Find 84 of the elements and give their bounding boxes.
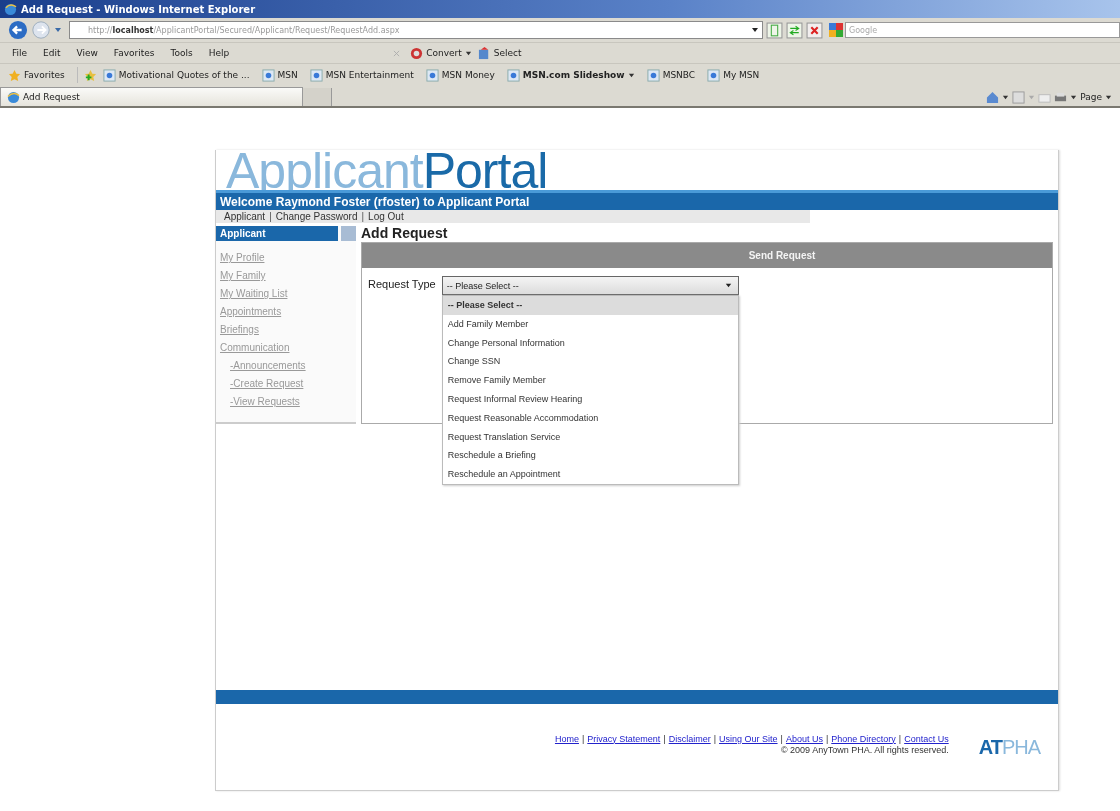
- favorite-link[interactable]: MSN Money: [425, 68, 501, 82]
- browser-tab[interactable]: Add Request: [0, 87, 303, 106]
- favorite-link[interactable]: My MSN: [707, 68, 766, 82]
- panel-title: Send Request: [748, 250, 816, 261]
- separator: |: [825, 733, 829, 744]
- menu-item[interactable]: Edit: [43, 48, 61, 58]
- dropdown-option[interactable]: -- Please Select --: [442, 296, 738, 315]
- menu-item[interactable]: Help: [208, 48, 230, 58]
- sidebar-header: Applicant: [216, 226, 338, 241]
- footer-link[interactable]: Home: [554, 733, 579, 744]
- dropdown-option[interactable]: Request Translation Service: [442, 427, 738, 447]
- request-type-select[interactable]: -- Please Select --: [441, 276, 739, 295]
- add-favorite-icon[interactable]: [83, 68, 97, 82]
- top-nav-link[interactable]: Change Password: [275, 211, 358, 222]
- web-page-icon: [707, 68, 721, 82]
- top-nav-link[interactable]: Log Out: [368, 211, 404, 222]
- field-label: Request Type: [368, 277, 436, 292]
- favorites-button[interactable]: Favorites: [8, 68, 71, 82]
- footer-link[interactable]: Using Our Site: [719, 733, 778, 744]
- new-tab-button[interactable]: [303, 88, 332, 106]
- stop-icon[interactable]: [806, 21, 823, 39]
- search-field[interactable]: Google: [845, 22, 1120, 38]
- footer-link[interactable]: About Us: [785, 733, 823, 744]
- dropdown-option[interactable]: Request Informal Review Hearing: [442, 390, 738, 409]
- dropdown-option[interactable]: Change SSN: [442, 352, 738, 372]
- caret-icon: [627, 71, 635, 79]
- select-icon: [477, 46, 491, 60]
- footer-link[interactable]: Disclaimer: [668, 733, 711, 744]
- page-heading: Add Request: [361, 226, 449, 242]
- menu-item[interactable]: View: [76, 48, 98, 58]
- welcome-text: Welcome Raymond Foster (rfoster) to Applicant Portal: [220, 194, 530, 209]
- select-button[interactable]: Select: [477, 46, 528, 60]
- footer-logo: ATPHA: [978, 735, 1040, 759]
- menu-item[interactable]: Favorites: [113, 48, 155, 58]
- menu-item[interactable]: Tools: [170, 48, 193, 58]
- star-icon: [8, 68, 21, 82]
- footer-link[interactable]: Contact Us: [904, 733, 949, 744]
- caret-icon[interactable]: [1070, 93, 1078, 101]
- logo-text: ApplicantPortal: [226, 146, 548, 196]
- caret-icon[interactable]: [1002, 93, 1010, 101]
- copyright-text: © 2009 AnyTown PHA. All rights reserved.: [780, 744, 949, 755]
- separator: |: [361, 211, 365, 222]
- separator: |: [581, 733, 585, 744]
- dropdown-option[interactable]: Reschedule an Appointment: [442, 465, 738, 484]
- refresh-icon[interactable]: [786, 21, 803, 39]
- favorite-link[interactable]: MSN: [261, 68, 304, 82]
- back-icon[interactable]: [8, 20, 28, 40]
- caret-icon: [1105, 93, 1112, 101]
- favorite-link[interactable]: Motivational Quotes of the ...: [102, 68, 256, 82]
- separator: |: [663, 733, 666, 744]
- search-provider-icon[interactable]: [829, 23, 843, 37]
- browser-icon: [4, 2, 17, 16]
- menu-item[interactable]: File: [12, 48, 28, 58]
- dropdown-option[interactable]: Remove Family Member: [442, 371, 738, 390]
- address-field[interactable]: http://localhost/ApplicantPortal/Secured/Applicant/Request/RequestAdd.aspx: [69, 21, 763, 39]
- web-page-icon: [506, 68, 520, 82]
- dropdown-option[interactable]: Change Personal Information: [442, 333, 738, 353]
- separator: |: [713, 733, 717, 744]
- separator: |: [898, 733, 902, 744]
- top-nav-link[interactable]: Applicant: [224, 211, 266, 222]
- convert-button[interactable]: Convert: [410, 46, 478, 60]
- web-page-icon: [646, 68, 660, 82]
- page-menu-button[interactable]: Page: [1080, 92, 1118, 102]
- compatibility-icon[interactable]: [766, 21, 783, 39]
- caret-icon: [464, 49, 472, 57]
- window-title: Add Request - Windows Internet Explorer: [21, 3, 256, 15]
- convert-icon: [410, 46, 424, 60]
- footer-link[interactable]: Phone Directory: [831, 733, 896, 744]
- favorite-link[interactable]: MSN.com Slideshow: [506, 68, 641, 82]
- dropdown-option[interactable]: Request Reasonable Accommodation: [442, 408, 738, 428]
- dropdown-option[interactable]: Add Family Member: [442, 314, 738, 334]
- favorite-link[interactable]: MSN Entertainment: [309, 68, 420, 82]
- close-icon[interactable]: [393, 49, 401, 57]
- favorite-link[interactable]: MSNBC: [646, 68, 702, 82]
- web-page-icon: [425, 68, 439, 82]
- separator: |: [269, 211, 272, 222]
- web-page-icon: [261, 68, 275, 82]
- web-page-icon: [309, 68, 323, 82]
- caret-icon: [723, 281, 733, 290]
- browser-icon: [7, 90, 20, 104]
- footer-link[interactable]: Privacy Statement: [587, 733, 661, 744]
- separator: |: [780, 733, 783, 744]
- dropdown-option[interactable]: Reschedule a Briefing: [442, 446, 738, 466]
- web-page-icon: [102, 68, 116, 82]
